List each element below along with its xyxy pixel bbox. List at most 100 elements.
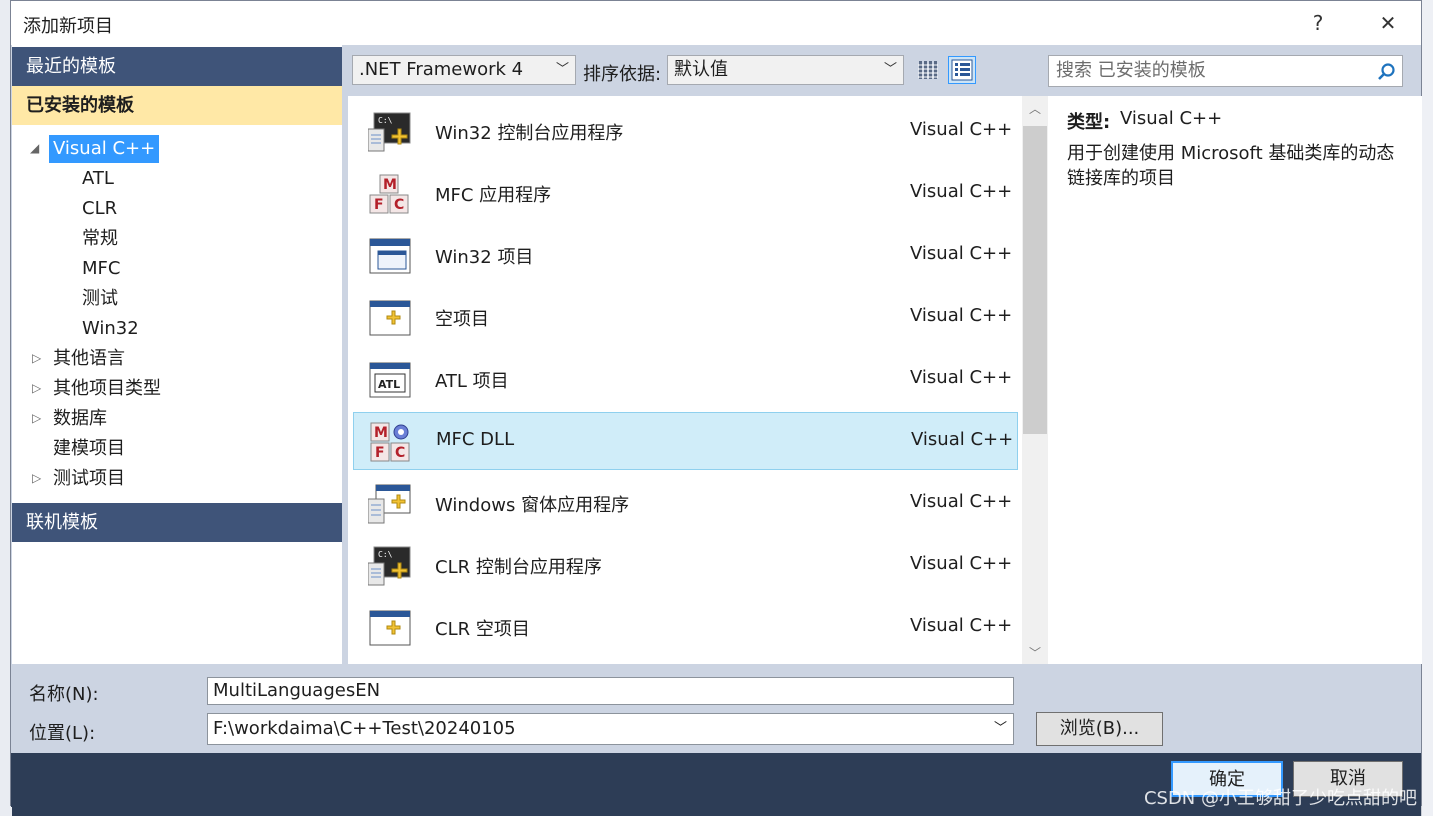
template-row[interactable]: MFC MFC 应用程序 Visual C++ [353,165,1018,223]
template-language: Visual C++ [910,553,1013,574]
help-button[interactable]: ? [1303,9,1333,37]
type-label: 类型: [1067,112,1111,133]
small-icons-view-icon[interactable] [914,56,942,84]
tree-collapsed-icon[interactable]: ▷ [32,411,41,425]
template-language: Visual C++ [910,305,1013,326]
template-row[interactable]: CLR 空项目 Visual C++ [353,599,1018,657]
template-row[interactable]: ATL ATL 项目 Visual C++ [353,351,1018,409]
chevron-down-icon: ﹀ [883,62,897,77]
template-row[interactable]: C:\ Win32 控制台应用程序 Visual C++ [353,103,1018,161]
svg-text:C:\: C:\ [378,116,393,125]
background-window-edge-right [1421,0,1433,816]
scroll-up-icon[interactable]: ︿ [1029,100,1041,117]
template-language: Visual C++ [910,181,1013,202]
sort-select[interactable]: 默认值 ﹀ [667,55,904,85]
template-language: Visual C++ [910,367,1013,388]
watermark: CSDN @小王够甜了少吃点甜的吧 [1143,788,1417,809]
template-details-panel: 类型: Visual C++ 用于创建使用 Microsoft 基础类库的动态链… [1048,96,1422,664]
details-view-icon[interactable] [948,56,976,84]
template-category-panel: 最近的模板 已安装的模板 ◢ Visual C++ ATL CLR 常规 MFC… [12,45,342,665]
template-row[interactable]: Win32 项目 Visual C++ [353,227,1018,285]
template-language: Visual C++ [910,491,1013,512]
template-name: Win32 项目 [435,247,534,268]
close-button[interactable]: ✕ [1373,9,1403,37]
tree-collapsed-icon[interactable]: ▷ [32,351,41,365]
location-label: 位置(L): [29,723,96,744]
tree-collapsed-icon[interactable]: ▷ [32,381,41,395]
tree-item-atl[interactable]: ATL [82,165,114,193]
project-settings-form: 名称(N): MultiLanguagesEN 位置(L): F:\workda… [11,664,1421,753]
scrollbar-thumb[interactable] [1023,126,1047,434]
svg-text:C:\: C:\ [378,550,393,559]
empty-project-icon [369,300,411,336]
framework-value: .NET Framework 4 [359,59,524,80]
template-name: ATL 项目 [435,371,509,392]
tree-item-clr[interactable]: CLR [82,195,117,223]
template-name: MFC 应用程序 [435,185,552,206]
template-name: MFC DLL [436,429,515,450]
template-description: 用于创建使用 Microsoft 基础类库的动态链接库的项目 [1067,143,1395,189]
svg-text:F: F [374,197,384,213]
tree-item-database[interactable]: 数据库 [53,405,107,433]
browse-button[interactable]: 浏览(B)... [1036,712,1163,746]
console-app-icon: C:\ [368,546,411,586]
project-name-input[interactable]: MultiLanguagesEN [207,677,1014,705]
template-name: CLR 空项目 [435,619,530,640]
tree-collapsed-icon[interactable]: ▷ [32,471,41,485]
template-name: Windows 窗体应用程序 [435,495,630,516]
atl-icon: ATL [369,362,411,398]
tree-item-other-languages[interactable]: 其他语言 [53,345,125,373]
tree-item-modeling-projects[interactable]: 建模项目 [53,435,125,463]
svg-text:M: M [374,425,388,441]
template-name: Win32 控制台应用程序 [435,123,624,144]
add-new-project-dialog: 添加新项目 ? ✕ 最近的模板 已安装的模板 ◢ Visual C++ ATL … [10,0,1422,807]
tree-item-other-project-types[interactable]: 其他项目类型 [53,375,161,403]
chevron-down-icon: ﹀ [555,62,569,77]
search-placeholder: 搜索 已安装的模板 [1056,60,1206,81]
forms-app-icon [368,484,411,524]
svg-text:C: C [395,445,405,461]
template-row[interactable]: Windows 窗体应用程序 Visual C++ [353,475,1018,533]
console-app-icon: C:\ [368,112,411,152]
tree-item-test[interactable]: 测试 [82,285,118,313]
template-list-scrollbar[interactable]: ︿ ﹀ [1022,96,1048,664]
empty-project-icon [369,610,411,646]
sort-label: 排序依据: [583,64,662,85]
template-row-selected[interactable]: MFC MFC DLL Visual C++ [353,412,1018,470]
svg-text:M: M [383,177,397,193]
tree-item-mfc[interactable]: MFC [82,255,120,283]
template-name: 空项目 [435,309,489,330]
svg-text:C: C [394,197,404,213]
framework-select[interactable]: .NET Framework 4 ﹀ [352,55,576,85]
tree-item-general[interactable]: 常规 [82,225,118,253]
template-language: Visual C++ [910,119,1013,140]
location-value: F:\workdaima\C++Test\20240105 [213,718,516,739]
tree-expanded-icon[interactable]: ◢ [30,141,39,155]
tree-item-test-projects[interactable]: 测试项目 [53,465,125,493]
type-value: Visual C++ [1120,108,1223,129]
installed-templates-header[interactable]: 已安装的模板 [12,86,342,125]
tree-item-visual-cpp[interactable]: Visual C++ [49,135,160,163]
template-row[interactable]: 空项目 Visual C++ [353,289,1018,347]
mfc-dll-icon: MF C [370,422,410,462]
search-input[interactable]: 搜索 已安装的模板 [1048,55,1403,87]
svg-text:F: F [375,445,385,461]
svg-text:ATL: ATL [378,378,400,391]
name-label: 名称(N): [29,684,99,705]
template-name: CLR 控制台应用程序 [435,557,602,578]
template-list: C:\ Win32 控制台应用程序 Visual C++ MFC MFC 应用程… [348,96,1022,664]
chevron-down-icon: ﹀ [993,721,1007,736]
tree-item-win32[interactable]: Win32 [82,315,139,343]
sort-value: 默认值 [674,59,728,80]
search-icon[interactable] [1377,62,1396,81]
online-templates-header[interactable]: 联机模板 [12,503,342,542]
template-language: Visual C++ [910,243,1013,264]
dialog-title: 添加新项目 [23,16,113,37]
mfc-icon: MF C [369,174,409,214]
recent-templates-header[interactable]: 最近的模板 [12,47,342,86]
location-select[interactable]: F:\workdaima\C++Test\20240105 ﹀ [207,713,1014,745]
template-row[interactable]: C:\ CLR 控制台应用程序 Visual C++ [353,537,1018,595]
window-icon [369,238,411,274]
template-language: Visual C++ [911,429,1014,450]
scroll-down-icon[interactable]: ﹀ [1029,644,1041,661]
